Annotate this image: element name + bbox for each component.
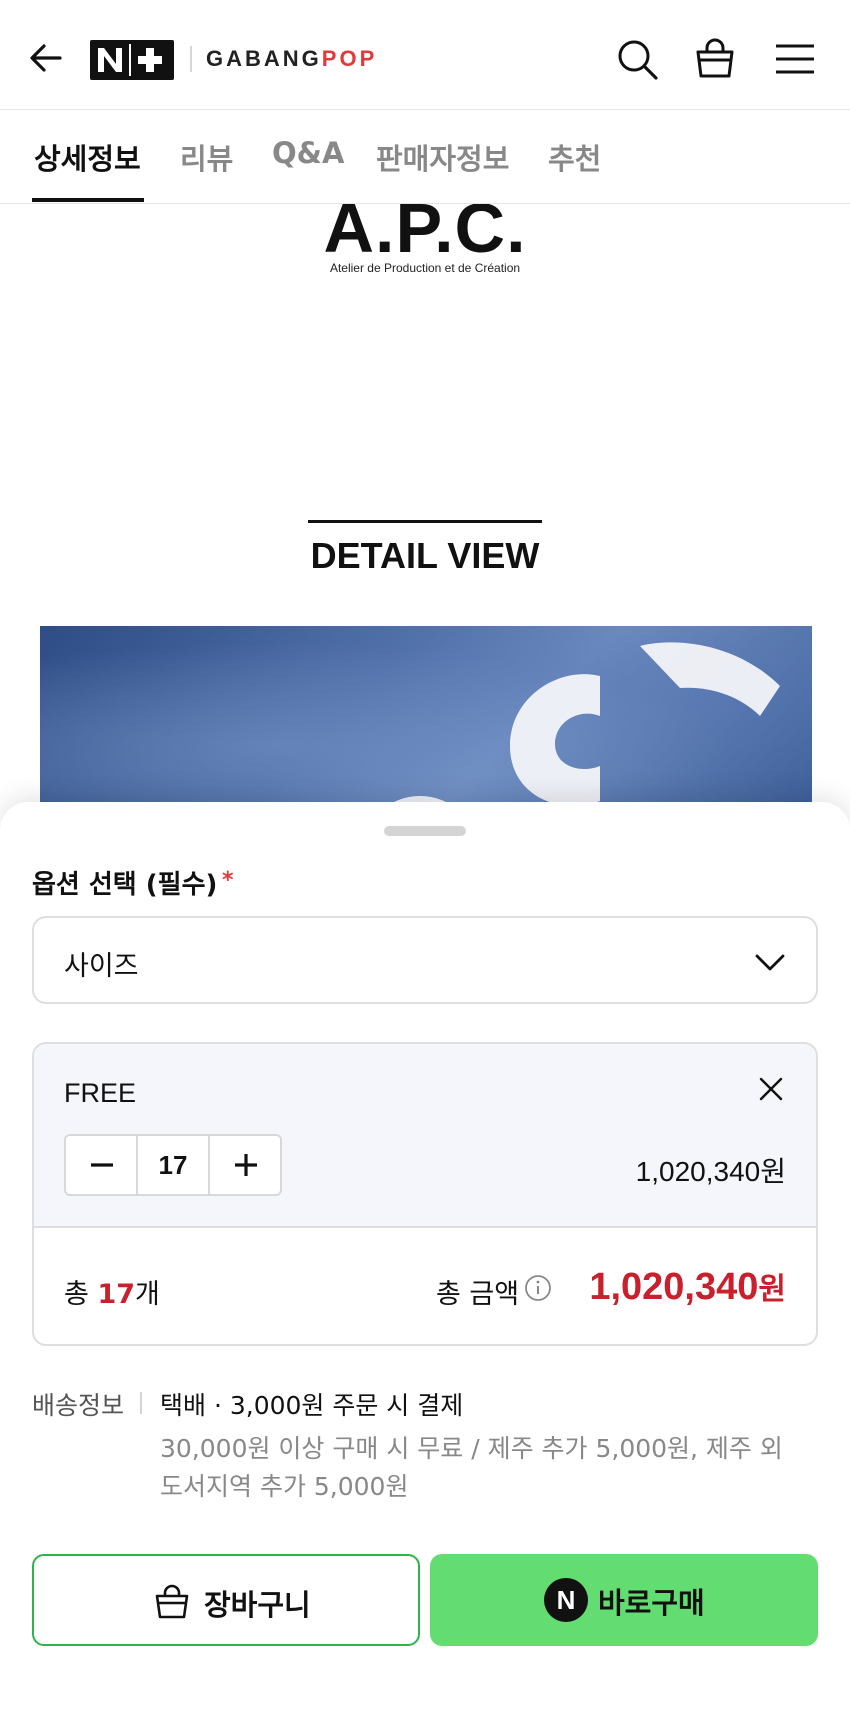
total-quantity: 총 17개	[64, 1279, 160, 1310]
shipping-method: 택배 · 3,000원 주문 시 결제	[160, 1391, 464, 1420]
quantity-value[interactable]: 17	[138, 1136, 208, 1194]
quantity-decrease-button[interactable]	[66, 1136, 138, 1194]
chevron-down-icon	[754, 946, 786, 978]
selected-option-name: FREE	[64, 1078, 137, 1108]
top-header: GABANGPOP	[0, 0, 850, 110]
shopping-bag-icon[interactable]	[692, 36, 738, 82]
section-title-rule	[308, 520, 542, 523]
sheet-drag-handle[interactable]	[384, 826, 466, 836]
buy-now-label: 바로구매	[598, 1586, 705, 1620]
section-title: DETAIL VIEW	[310, 535, 540, 576]
quantity-stepper: 17	[64, 1134, 282, 1196]
store-logo[interactable]: GABANGPOP	[206, 46, 377, 72]
size-select-value: 사이즈	[64, 951, 139, 982]
option-price: 1,020,340원	[635, 1156, 786, 1187]
back-arrow-icon[interactable]	[26, 38, 66, 78]
naver-pay-icon: N	[544, 1578, 588, 1622]
product-image	[40, 626, 812, 804]
tab-seller-info[interactable]: 판매자정보	[376, 136, 509, 178]
tab-recommend[interactable]: 추천	[548, 136, 601, 178]
search-icon[interactable]	[614, 36, 660, 82]
add-to-cart-label: 장바구니	[204, 1588, 311, 1622]
tab-reviews[interactable]: 리뷰	[180, 136, 233, 178]
selected-option-box: FREE 17 1,020,340원 총 17개 총 금액 1,020,340원	[32, 1042, 818, 1346]
add-to-cart-button[interactable]: 장바구니	[32, 1554, 420, 1646]
hamburger-menu-icon[interactable]	[772, 36, 818, 82]
total-amount-label: 총 금액	[436, 1279, 520, 1310]
info-icon[interactable]	[524, 1274, 552, 1302]
logo-divider	[190, 46, 192, 72]
selected-option-row: FREE 17 1,020,340원	[34, 1044, 816, 1228]
option-select-label: 옵션 선택 (필수)	[32, 870, 218, 900]
shopping-bag-icon	[152, 1582, 192, 1622]
close-icon[interactable]	[756, 1074, 786, 1104]
active-tab-indicator	[32, 198, 144, 202]
shipping-divider	[140, 1392, 142, 1414]
quantity-increase-button[interactable]	[208, 1136, 280, 1194]
total-amount-value: 1,020,340원	[589, 1266, 786, 1308]
naver-plus-badge[interactable]	[90, 40, 174, 80]
product-detail-content: A.P.C. Atelier de Production et de Créat…	[0, 204, 850, 804]
required-mark: *	[222, 868, 234, 893]
buy-now-button[interactable]: N 바로구매	[430, 1554, 818, 1646]
size-select[interactable]: 사이즈	[32, 916, 818, 1004]
shipping-info-label: 배송정보	[32, 1391, 125, 1420]
tab-detail-info[interactable]: 상세정보	[34, 136, 141, 178]
tab-qna[interactable]: Q&A	[272, 136, 344, 170]
option-bottom-sheet: 옵션 선택 (필수) * 사이즈 FREE 17 1,020,340원 총 17…	[0, 802, 850, 1734]
brand-subtitle: Atelier de Production et de Création	[329, 261, 521, 275]
shipping-note: 30,000원 이상 구매 시 무료 / 제주 추가 5,000원, 제주 외 …	[160, 1434, 783, 1501]
brand-logo: A.P.C.	[323, 204, 527, 267]
detail-tabs: 상세정보 리뷰 Q&A 판매자정보 추천	[0, 110, 850, 204]
